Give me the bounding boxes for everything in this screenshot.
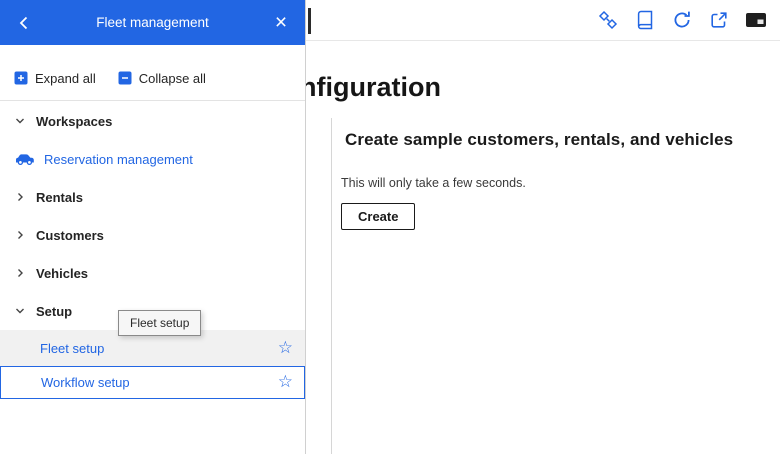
car-icon bbox=[15, 152, 35, 166]
card-heading: Create sample customers, rentals, and ve… bbox=[345, 130, 734, 149]
chevron-down-icon bbox=[13, 305, 27, 317]
sample-data-card: Create sample customers, rentals, and ve… bbox=[341, 130, 772, 230]
chevron-right-icon bbox=[13, 229, 27, 241]
collapse-all-icon bbox=[118, 71, 132, 85]
tree-item-rentals[interactable]: Rentals bbox=[0, 178, 305, 216]
chevron-left-icon bbox=[16, 15, 32, 31]
back-button[interactable] bbox=[10, 9, 38, 37]
panel-divider bbox=[0, 100, 305, 101]
tree-item-label: Setup bbox=[36, 303, 73, 319]
tree-item-reservation-management[interactable]: Reservation management bbox=[0, 140, 305, 178]
open-new-window-icon[interactable] bbox=[707, 8, 731, 32]
tree-item-label: Workspaces bbox=[36, 113, 113, 129]
close-button[interactable]: × bbox=[267, 9, 295, 37]
create-button[interactable]: Create bbox=[341, 203, 416, 230]
expand-all-icon bbox=[14, 71, 28, 85]
favorite-star-icon[interactable]: ☆ bbox=[272, 339, 305, 358]
panel-header: Fleet management × bbox=[0, 0, 305, 45]
expand-all-label: Expand all bbox=[35, 70, 96, 86]
tree-item-label: Workflow setup bbox=[41, 375, 130, 390]
panel-tools: Expand all Collapse all bbox=[0, 64, 305, 92]
chevron-right-icon bbox=[13, 267, 27, 279]
tree-item-customers[interactable]: Customers bbox=[0, 216, 305, 254]
chevron-down-icon bbox=[13, 115, 27, 127]
tree-item-vehicles[interactable]: Vehicles bbox=[0, 254, 305, 292]
app-topbar bbox=[306, 0, 780, 41]
screen: Configuration Create sample customers, r… bbox=[0, 0, 780, 454]
chevron-right-icon bbox=[13, 191, 27, 203]
tree-item-label: Customers bbox=[36, 227, 104, 243]
favorite-star-icon[interactable]: ☆ bbox=[272, 373, 304, 392]
tree-item-workspaces[interactable]: Workspaces bbox=[0, 102, 305, 140]
collapse-all-label: Collapse all bbox=[138, 70, 206, 86]
tree-item-label: Vehicles bbox=[36, 265, 89, 281]
collapse-all-button[interactable]: Collapse all bbox=[118, 71, 206, 86]
expand-all-button[interactable]: Expand all bbox=[14, 71, 96, 86]
fleet-management-panel: Fleet management × Expand all Collapse a… bbox=[0, 0, 306, 454]
tree-item-workflow-setup[interactable]: Workflow setup ☆ bbox=[0, 366, 305, 399]
refresh-icon[interactable] bbox=[670, 8, 694, 32]
screen-icon[interactable] bbox=[744, 8, 768, 32]
tree-item-label: Rentals bbox=[36, 189, 83, 205]
nav-tree: Workspaces Reservation management Rental… bbox=[0, 102, 305, 399]
link-icon[interactable] bbox=[596, 8, 620, 32]
card-body-text: This will only take a few seconds. bbox=[341, 176, 526, 190]
content-divider bbox=[331, 118, 332, 454]
clipped-element bbox=[308, 8, 311, 34]
office-icon[interactable] bbox=[633, 8, 657, 32]
tooltip: Fleet setup bbox=[118, 310, 202, 336]
panel-title: Fleet management bbox=[96, 15, 209, 30]
tree-item-label: Reservation management bbox=[44, 151, 193, 167]
tree-item-label: Fleet setup bbox=[40, 340, 105, 356]
